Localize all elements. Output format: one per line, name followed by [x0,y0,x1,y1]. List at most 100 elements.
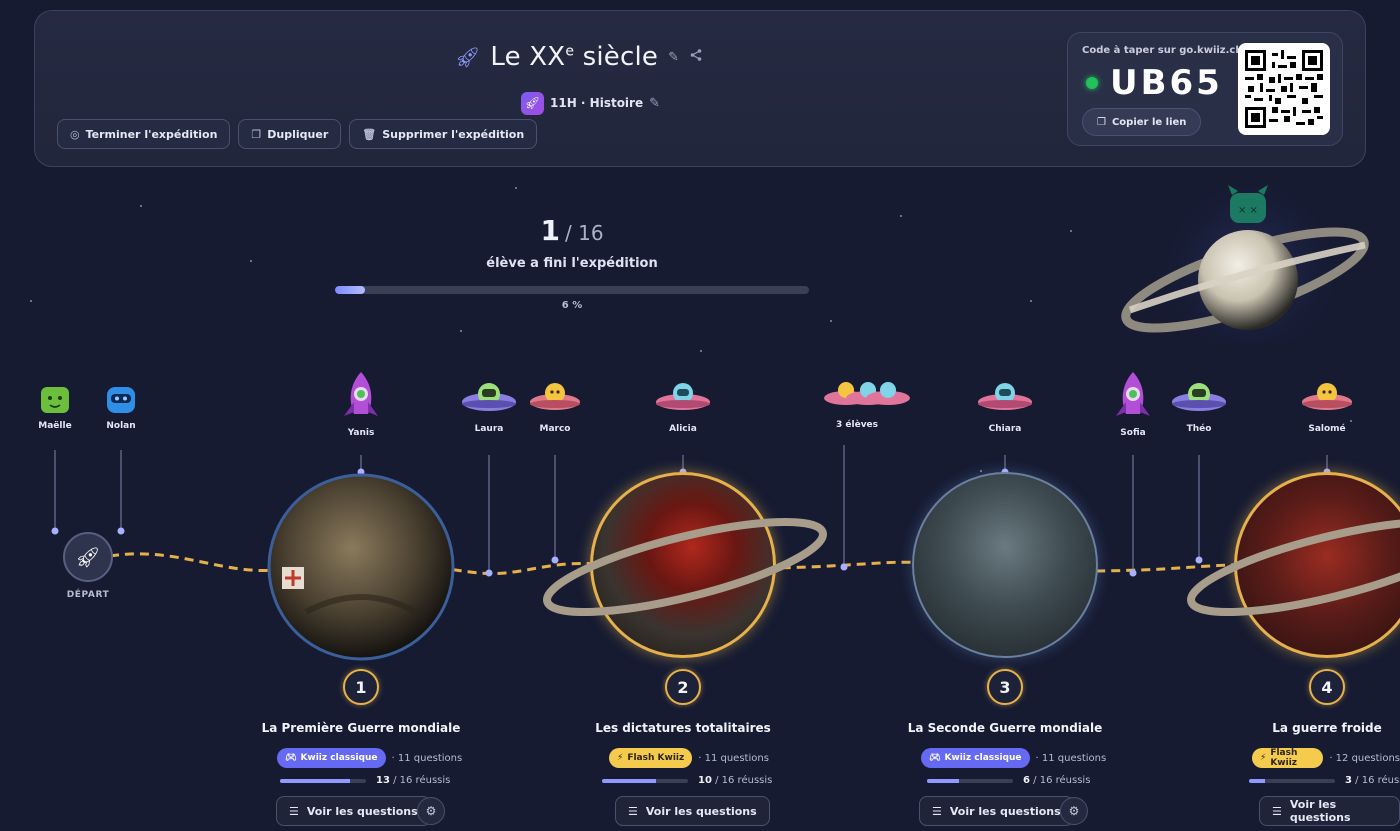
student-theo[interactable]: Théo [1164,378,1234,434]
stage-1-planet[interactable] [266,472,456,662]
ufo-avatar-icon [978,383,1032,410]
student-chiara[interactable]: Chiara [970,378,1040,434]
alien-avatar-icon [41,387,69,413]
student-laura[interactable]: Laura [454,378,524,434]
student-name: Nolan [106,421,136,431]
stage-3-success: 6 / 16 réussis [927,775,1090,786]
list-icon: ☰ [932,804,942,818]
student-name: Laura [474,424,504,434]
stage-4-success: 3 / 16 réussis [1249,775,1400,786]
student-maelle[interactable]: Maëlle [20,385,90,431]
stage-type-tag: 🎮︎ Kwiiz classique [277,748,386,768]
stage-1-settings-button[interactable]: ⚙ [417,797,445,825]
success-text: 6 / 16 réussis [1023,775,1090,786]
stage-2-meta: ⚡︎ Flash Kwiiz · 11 questions [609,748,769,768]
view-questions-label: Voir les questions [949,804,1061,818]
success-bar [927,778,1013,783]
rocket-icon: 🚀︎ [75,545,101,569]
ufo-avatar-icon [462,383,516,411]
view-questions-label: Voir les questions [306,804,418,818]
student-name: Marco [539,424,571,434]
student-group-3[interactable]: 3 élèves [809,374,919,430]
student-sofia[interactable]: Sofia [1098,370,1168,438]
success-count: 10 [698,775,712,786]
start-node: 🚀︎ [63,532,113,582]
ufo-avatar-icon [1172,383,1226,411]
robot-avatar-icon [107,387,135,413]
student-marco[interactable]: Marco [520,378,590,434]
stage-3-number: 3 [987,669,1023,705]
stage-2-number: 2 [665,669,701,705]
gamepad-icon: 🎮︎ [285,753,297,763]
student-name: Chiara [988,424,1022,434]
bolt-icon: ⚡︎ [1260,753,1267,763]
success-count: 13 [376,775,390,786]
stage-type-label: Flash Kwiiz [1270,748,1298,768]
success-count: 3 [1345,775,1352,786]
success-bar [1249,778,1335,783]
success-text: 13 / 16 réussis [376,775,450,786]
stage-2-success: 10 / 16 réussis [602,775,772,786]
stage-3-planet[interactable] [912,472,1098,658]
success-bar-fill [927,778,960,783]
success-bar-fill [280,778,350,783]
stage-3-title: La Seconde Guerre mondiale [907,721,1103,735]
stage-1-title: La Première Guerre mondiale [261,721,461,735]
stage-4-title: La guerre froide [1272,721,1382,735]
stage-4-ring [1187,517,1400,617]
stage-1-number: 1 [343,669,379,705]
success-bar [602,778,688,783]
stage-4-meta: ⚡︎ Flash Kwiiz · 12 questions [1252,748,1400,768]
student-name: Maëlle [38,421,72,431]
ufo-avatar-icon [656,383,710,410]
stage-3-meta: 🎮︎ Kwiiz classique · 11 questions [921,748,1106,768]
stage-4-number: 4 [1309,669,1345,705]
stage-2-ring [543,517,827,617]
success-count: 6 [1023,775,1030,786]
stage-type-label: Kwiiz classique [944,753,1022,763]
success-bar-fill [602,778,656,783]
gear-icon: ⚙ [425,804,437,818]
question-count: · 11 questions [698,752,769,764]
rocket-avatar-icon [1116,372,1150,416]
stage-type-label: Kwiiz classique [300,753,378,763]
view-questions-label: Voir les questions [1289,798,1351,824]
stage-1-meta: 🎮︎ Kwiiz classique · 11 questions [277,748,462,768]
view-questions-label: Voir les questions [645,804,757,818]
student-name: Sofia [1120,428,1146,438]
stage-3-view-questions-button[interactable]: ☰ Voir les questions [919,796,1074,826]
bolt-icon: ⚡︎ [617,753,624,763]
student-name: Alicia [669,424,697,434]
stage-2-title: Les dictatures totalitaires [595,721,771,735]
student-name: Yanis [347,428,375,438]
stage-type-tag: 🎮︎ Kwiiz classique [921,748,1030,768]
stage-type-tag: ⚡︎ Flash Kwiiz [1252,748,1324,768]
student-name: 3 élèves [836,420,879,430]
question-count: · 11 questions [391,752,463,764]
gear-icon: ⚙ [1068,804,1080,818]
stage-type-tag: ⚡︎ Flash Kwiiz [609,748,693,768]
question-count: · 12 questions [1329,752,1400,764]
student-yanis[interactable]: Yanis [326,370,396,438]
success-total: / 16 réussis [715,775,773,786]
success-total: / 16 réussis [1033,775,1091,786]
success-bar-fill [1249,778,1266,783]
student-alicia[interactable]: Alicia [648,378,718,434]
stage-type-label: Flash Kwiiz [627,753,685,763]
success-text: 3 / 16 réussis [1345,775,1400,786]
student-salome[interactable]: Salomé [1292,378,1362,434]
list-icon: ☰ [289,804,299,818]
start-label: DÉPART [66,590,110,600]
stage-2-view-questions-button[interactable]: ☰ Voir les questions [615,796,770,826]
stage-1-view-questions-button[interactable]: ☰ Voir les questions [276,796,431,826]
gamepad-icon: 🎮︎ [929,753,941,763]
stage-3-settings-button[interactable]: ⚙ [1060,797,1088,825]
list-icon: ☰ [1272,804,1282,818]
student-name: Salomé [1308,424,1346,434]
stage-4-view-questions-button[interactable]: ☰ Voir les questions [1259,796,1400,826]
student-nolan[interactable]: Nolan [86,385,156,431]
question-count: · 11 questions [1035,752,1107,764]
stage-1-success: 13 / 16 réussis [280,775,450,786]
success-total: / 16 réussis [393,775,451,786]
success-text: 10 / 16 réussis [698,775,772,786]
